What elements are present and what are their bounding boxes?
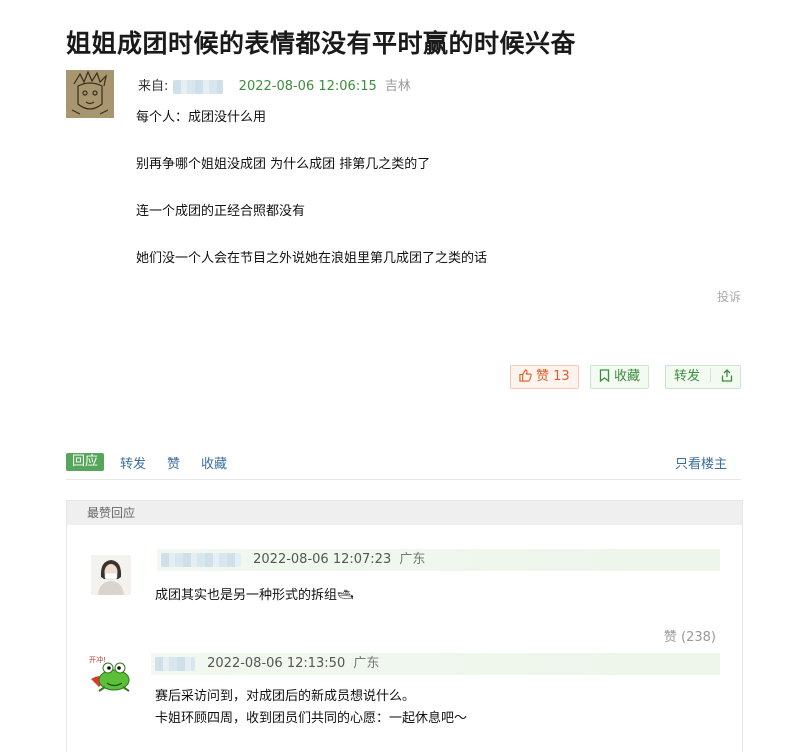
reply-location: 广东 (353, 656, 380, 671)
tab-collect[interactable]: 收藏 (201, 453, 227, 472)
from-label: 来自: (138, 79, 169, 94)
post-paragraph: 连一个成团的正经合照都没有 (136, 204, 306, 219)
woman-portrait-icon (91, 555, 131, 595)
bookmark-icon (599, 368, 610, 390)
like-button[interactable]: 赞 13 (510, 365, 579, 389)
share-icon[interactable] (721, 368, 733, 390)
post-paragraph: 每个人：成团没什么用 (136, 110, 267, 125)
frog-icon: 开冲! (87, 653, 133, 699)
hot-replies-panel: 最赞回应 2022-08-06 12:07:23 广东 成团其实也是另一种形式的… (66, 500, 743, 752)
forward-button[interactable]: 转发 (665, 365, 741, 389)
reply-avatar[interactable]: 开冲! (87, 653, 133, 699)
thumb-up-icon (519, 368, 532, 390)
forward-label: 转发 (674, 369, 701, 384)
post-title: 姐姐成团时候的表情都没有平时赢的时候兴奋 (66, 29, 577, 58)
post-content: 每个人：成团没什么用 别再争哪个姐姐没成团 为什么成团 排第几之类的了 连一个成… (136, 110, 487, 298)
post-meta: 来自: 2022-08-06 12:06:15 吉林 (138, 75, 411, 94)
only-op-link[interactable]: 只看楼主 (675, 453, 727, 472)
post-paragraph: 别再争哪个姐姐没成团 为什么成团 排第几之类的了 (136, 157, 431, 172)
collect-label: 收藏 (614, 369, 641, 384)
author-avatar[interactable] (66, 70, 114, 118)
tab-like[interactable]: 赞 (167, 453, 180, 472)
post-paragraph: 她们没一个人会在节目之外说她在浪姐里第几成团了之类的话 (136, 251, 488, 266)
reply-avatar[interactable] (91, 555, 131, 595)
collect-button[interactable]: 收藏 (590, 365, 650, 390)
reply-like-button[interactable]: 赞 (238) (664, 626, 716, 645)
report-link[interactable]: 投诉 (717, 288, 741, 305)
like-count: 13 (553, 369, 570, 384)
post-datetime: 2022-08-06 12:06:15 (238, 79, 377, 94)
reply-author-blurred[interactable] (161, 552, 241, 567)
tab-forward[interactable]: 转发 (120, 453, 146, 472)
like-label: 赞 (536, 369, 550, 384)
reply-text-line: 赛后采访问到，对成团后的新成员想说什么。 (155, 689, 416, 704)
sketch-face-icon (66, 70, 114, 118)
reply-author-blurred[interactable] (155, 656, 195, 671)
divider (710, 368, 712, 382)
avatar-caption: 开冲! (89, 655, 106, 664)
reply-meta-bar: 2022-08-06 12:07:23 广东 (157, 549, 720, 571)
reply-text-line: 卡姐环顾四周，收到团员们共同的心愿：一起休息吧～ (155, 711, 468, 726)
reply-datetime: 2022-08-06 12:13:50 (207, 656, 346, 671)
reply-tabs: 回应 转发 赞 收藏 只看楼主 (66, 453, 741, 480)
reply-meta-bar: 2022-08-06 12:13:50 广东 (151, 653, 720, 675)
reply-text: 成团其实也是另一种形式的拆组🛥 (155, 588, 354, 603)
hot-replies-header: 最赞回应 (67, 501, 742, 525)
reply-location: 广东 (399, 552, 426, 567)
author-name-blurred[interactable] (172, 79, 223, 94)
post-location: 吉林 (384, 79, 411, 94)
tab-reply[interactable]: 回应 (66, 453, 105, 471)
reply-datetime: 2022-08-06 12:07:23 (253, 552, 392, 567)
